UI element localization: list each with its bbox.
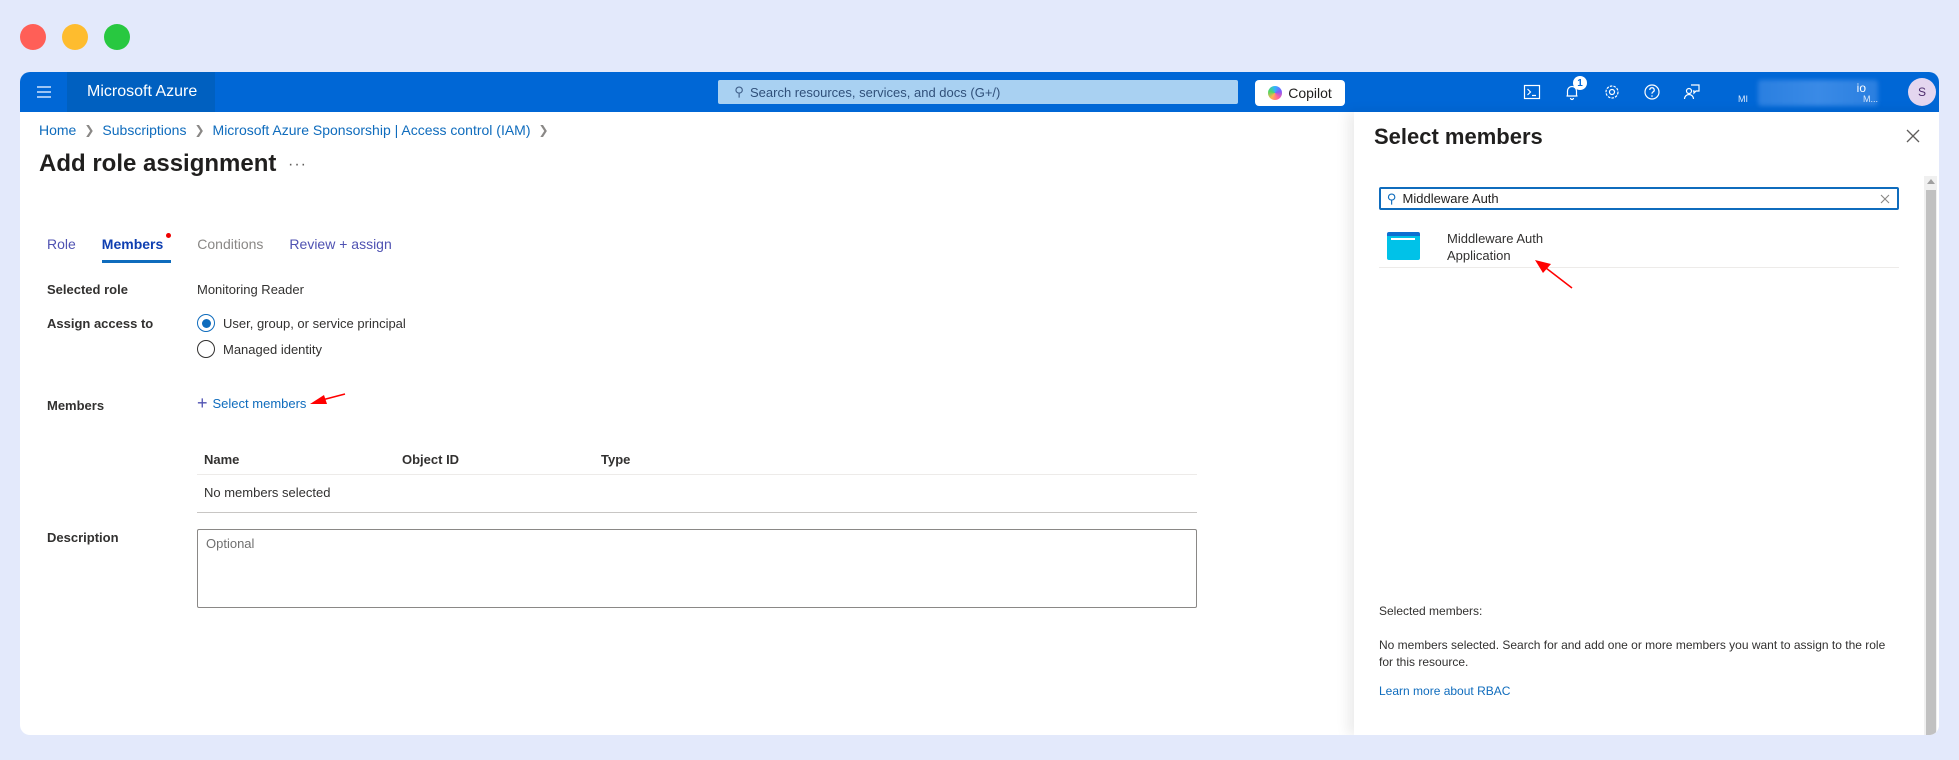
- members-label: Members: [47, 398, 105, 413]
- application-icon: [1387, 232, 1420, 260]
- search-icon: ⚲: [1387, 190, 1397, 206]
- more-options-button[interactable]: ···: [288, 156, 307, 174]
- settings-button[interactable]: [1600, 80, 1624, 104]
- account-name: io: [1856, 81, 1866, 95]
- no-selection-text: No members selected. Search for and add …: [1379, 638, 1886, 669]
- portal-menu-button[interactable]: [20, 72, 67, 112]
- breadcrumb-home[interactable]: Home: [39, 122, 76, 138]
- result-text: Middleware Auth Application: [1447, 230, 1543, 264]
- members-table: Name Object ID Type No members selected: [197, 446, 1197, 513]
- browser-window: Microsoft Azure ⚲ Search resources, serv…: [20, 72, 1939, 735]
- copilot-icon: [1268, 86, 1283, 100]
- radio-label: Managed identity: [223, 341, 323, 357]
- tab-review-assign[interactable]: Review + assign: [289, 233, 391, 263]
- member-search-input[interactable]: [1402, 191, 1879, 206]
- select-members-label: Select members: [212, 396, 307, 411]
- result-name: Middleware Auth: [1447, 231, 1544, 246]
- terminal-icon: [1523, 84, 1541, 100]
- help-button[interactable]: [1640, 80, 1664, 104]
- search-icon: ⚲: [734, 84, 744, 99]
- window-close-button[interactable]: [20, 24, 46, 50]
- page-title: Add role assignment: [39, 150, 277, 177]
- tab-members[interactable]: Members: [101, 233, 172, 263]
- selected-role-value: Monitoring Reader: [197, 282, 304, 297]
- copilot-label: Copilot: [1288, 85, 1332, 101]
- gear-icon: [1605, 85, 1619, 99]
- notification-badge: 1: [1573, 76, 1587, 90]
- tab-label: Conditions: [197, 236, 264, 252]
- window-maximize-button[interactable]: [104, 24, 130, 50]
- scrollbar-thumb[interactable]: [1926, 190, 1936, 735]
- description-label: Description: [47, 530, 119, 545]
- chevron-right-icon: ❯: [538, 123, 549, 137]
- radio-managed-identity[interactable]: Managed identity: [197, 340, 322, 358]
- account-directory: MI M...: [1738, 94, 1878, 104]
- column-name: Name: [204, 452, 240, 467]
- result-type: Application: [1447, 248, 1511, 263]
- table-header: Name Object ID Type: [197, 446, 1197, 475]
- account-menu[interactable]: io MI M...: [1738, 78, 1898, 108]
- account-directory-start: MI: [1738, 94, 1748, 104]
- avatar[interactable]: S: [1908, 78, 1936, 106]
- tab-role[interactable]: Role: [47, 233, 76, 263]
- plus-icon: +: [197, 393, 208, 413]
- chevron-right-icon: ❯: [84, 123, 95, 137]
- tab-label: Members: [101, 236, 164, 252]
- tab-conditions[interactable]: Conditions: [197, 233, 263, 263]
- radio-user-group-sp[interactable]: User, group, or service principal: [197, 314, 406, 332]
- radio-label: User, group, or service principal: [223, 315, 406, 331]
- search-result-item[interactable]: Middleware Auth Application: [1379, 228, 1899, 268]
- global-search-input[interactable]: ⚲ Search resources, services, and docs (…: [718, 80, 1238, 104]
- account-directory-end: M...: [1863, 94, 1878, 104]
- feedback-icon: [1683, 84, 1700, 100]
- azure-top-bar: Microsoft Azure ⚲ Search resources, serv…: [20, 72, 1939, 112]
- breadcrumb-access-control[interactable]: Microsoft Azure Sponsorship | Access con…: [213, 122, 531, 138]
- required-indicator-icon: [166, 233, 172, 238]
- learn-more-rbac-link[interactable]: Learn more about RBAC: [1379, 684, 1510, 698]
- window-minimize-button[interactable]: [62, 24, 88, 50]
- selected-role-label: Selected role: [47, 282, 128, 297]
- chevron-right-icon: ❯: [194, 123, 205, 137]
- close-icon[interactable]: [1903, 126, 1923, 146]
- selected-members-heading: Selected members:: [1379, 604, 1483, 618]
- table-row: No members selected: [197, 475, 1197, 513]
- empty-members-text: No members selected: [204, 485, 331, 500]
- hamburger-icon: [36, 91, 51, 93]
- description-field[interactable]: [197, 529, 1197, 608]
- brand-label: Microsoft Azure: [87, 83, 198, 100]
- column-object-id: Object ID: [402, 452, 460, 467]
- scroll-up-icon[interactable]: [1927, 179, 1935, 184]
- panel-scrollbar[interactable]: [1924, 176, 1937, 735]
- member-search-field[interactable]: ⚲: [1379, 187, 1899, 210]
- wizard-tabs: Role Members Conditions Review + assign: [47, 233, 418, 263]
- radio-unchecked-icon: [197, 340, 215, 358]
- select-members-panel: Select members ⚲ Middleware Auth Applica…: [1354, 112, 1939, 735]
- select-members-link[interactable]: + Select members: [197, 393, 307, 413]
- tab-label: Review + assign: [289, 236, 392, 252]
- column-type: Type: [601, 452, 631, 467]
- brand-home-link[interactable]: Microsoft Azure: [67, 72, 215, 112]
- help-icon: [1644, 84, 1660, 100]
- search-placeholder: Search resources, services, and docs (G+…: [750, 84, 1001, 100]
- cloud-shell-button[interactable]: [1520, 80, 1544, 104]
- panel-title: Select members: [1374, 124, 1543, 149]
- breadcrumb: Home ❯ Subscriptions ❯ Microsoft Azure S…: [39, 122, 557, 138]
- copilot-button[interactable]: Copilot: [1255, 80, 1345, 106]
- tab-label: Role: [47, 236, 76, 252]
- radio-checked-icon: [197, 314, 215, 332]
- assign-access-label: Assign access to: [47, 316, 154, 331]
- feedback-button[interactable]: [1680, 80, 1704, 104]
- notifications-button[interactable]: 1: [1560, 76, 1587, 104]
- clear-search-icon[interactable]: [1879, 193, 1891, 205]
- breadcrumb-subscriptions[interactable]: Subscriptions: [102, 122, 186, 138]
